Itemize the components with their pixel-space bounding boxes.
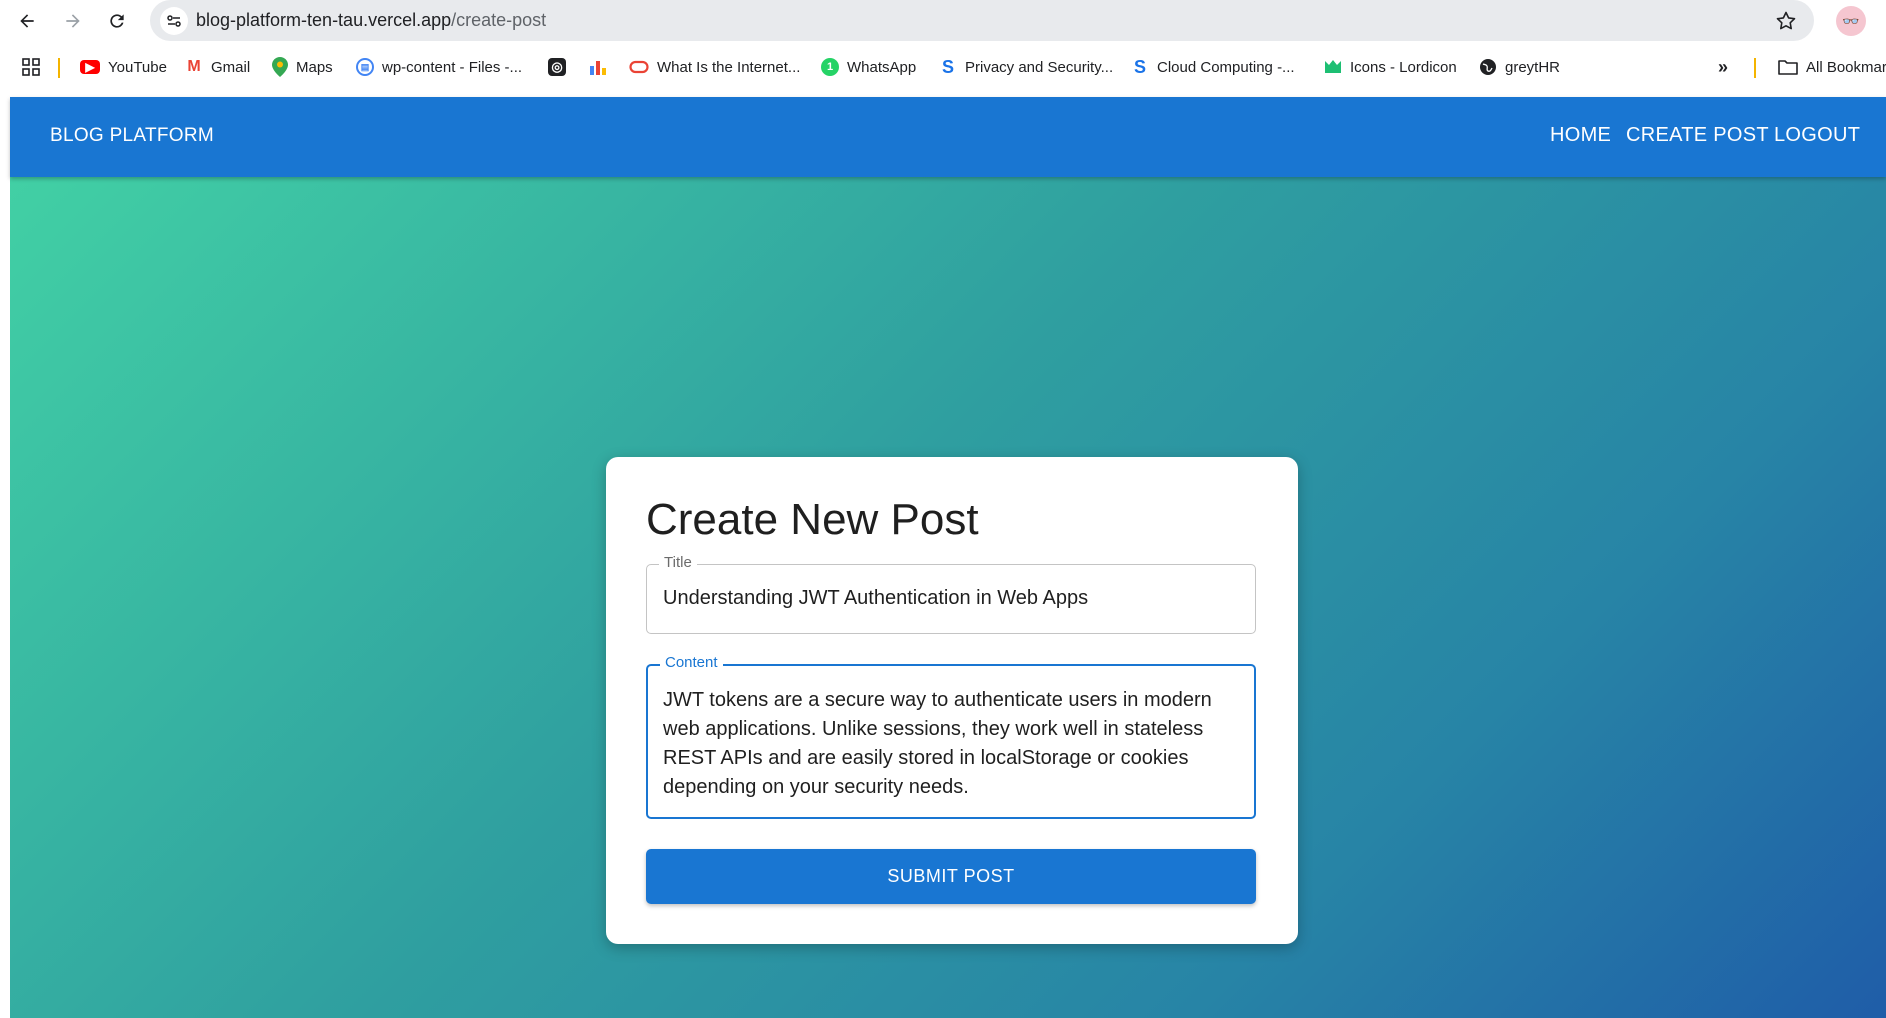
- bookmark-label: Cloud Computing -...: [1157, 58, 1295, 76]
- s-icon: S: [1133, 56, 1146, 77]
- bookmark-maps[interactable]: Maps: [272, 56, 333, 78]
- site-info-icon[interactable]: [160, 7, 188, 35]
- nav-home[interactable]: HOME: [1550, 124, 1611, 147]
- bookmark-label: greytHR: [1505, 58, 1561, 76]
- youtube-icon: ▶: [80, 60, 100, 74]
- title-field[interactable]: Title Understanding JWT Authentication i…: [646, 554, 1256, 634]
- url-host: blog-platform-ten-tau.vercel.app: [196, 10, 452, 30]
- nav-create-post[interactable]: CREATE POST: [1626, 124, 1769, 147]
- bookmark-privacy[interactable]: S Privacy and Security...: [939, 56, 1113, 78]
- lordicon-icon: [1325, 60, 1341, 73]
- address-bar[interactable]: blog-platform-ten-tau.vercel.app/create-…: [150, 0, 1814, 41]
- app-background: BLOG PLATFORM HOME CREATE POST LOGOUT Cr…: [10, 97, 1886, 1018]
- content-field[interactable]: Content JWT tokens are a secure way to a…: [646, 654, 1256, 819]
- oracle-icon: [629, 60, 649, 74]
- maps-icon: [272, 57, 288, 77]
- url-path: /create-post: [451, 10, 547, 30]
- bookmark-youtube[interactable]: ▶ YouTube: [80, 56, 167, 78]
- bookmark-label: Gmail: [211, 58, 251, 76]
- bookmark-label: Privacy and Security...: [965, 58, 1114, 76]
- more-bookmarks-button[interactable]: »: [1718, 56, 1728, 78]
- globe-icon: [1480, 59, 1496, 75]
- page-title: Create New Post: [646, 495, 979, 544]
- whatsapp-icon: 1: [821, 58, 839, 76]
- bookmark-label: WhatsApp: [847, 58, 917, 76]
- back-arrow-icon: [20, 14, 34, 28]
- browser-toolbar: blog-platform-ten-tau.vercel.app/create-…: [0, 0, 1886, 42]
- all-bookmarks-label: All Bookmar: [1806, 58, 1886, 76]
- profile-avatar[interactable]: 👓: [1836, 6, 1866, 36]
- nav-logout[interactable]: LOGOUT: [1774, 124, 1860, 147]
- back-button[interactable]: [12, 6, 42, 36]
- bookmark-separator: [58, 58, 60, 78]
- bookmark-greythr[interactable]: greytHR: [1479, 56, 1560, 78]
- more-chevron-icon: »: [1718, 56, 1729, 77]
- title-input[interactable]: Understanding JWT Authentication in Web …: [663, 587, 1088, 610]
- bookmark-label: YouTube: [108, 58, 167, 76]
- gmail-icon: M: [187, 58, 201, 75]
- bookmark-lordicon[interactable]: Icons - Lordicon: [1324, 56, 1457, 78]
- files-icon: ▤: [356, 58, 374, 76]
- apps-grid-icon: [22, 58, 40, 76]
- bookmark-label: Maps: [296, 58, 333, 76]
- bookmark-label: What Is the Internet...: [657, 58, 801, 76]
- bookmark-cloud[interactable]: S Cloud Computing -...: [1131, 56, 1295, 78]
- bookmark-gmail[interactable]: M Gmail: [185, 56, 250, 78]
- content-textarea[interactable]: JWT tokens are a secure way to authentic…: [663, 686, 1243, 802]
- bookmark-wp-content[interactable]: ▤ wp-content - Files -...: [356, 56, 522, 78]
- forward-arrow-icon: [66, 14, 80, 28]
- analytics-icon: [590, 61, 606, 75]
- brand-logo[interactable]: BLOG PLATFORM: [50, 125, 214, 147]
- submit-post-button[interactable]: SUBMIT POST: [646, 849, 1256, 904]
- bookmark-separator: [1754, 58, 1756, 78]
- reload-icon: [110, 14, 124, 28]
- bookmark-whatsapp[interactable]: 1 WhatsApp: [821, 56, 916, 78]
- bookmark-app[interactable]: ◎: [548, 56, 566, 78]
- all-bookmarks-button[interactable]: All Bookmar: [1778, 56, 1886, 78]
- reload-button[interactable]: [102, 6, 132, 36]
- folder-icon: [1778, 60, 1798, 75]
- create-post-card: Create New Post Title Understanding JWT …: [606, 457, 1298, 944]
- bookmark-star-icon[interactable]: [1774, 9, 1798, 33]
- url-text: blog-platform-ten-tau.vercel.app/create-…: [196, 10, 546, 31]
- app-navbar: BLOG PLATFORM HOME CREATE POST LOGOUT: [10, 97, 1886, 177]
- forward-button[interactable]: [58, 6, 88, 36]
- apps-button[interactable]: [22, 56, 40, 78]
- s-icon: S: [941, 56, 954, 77]
- app-icon: ◎: [548, 58, 566, 76]
- content-label: Content: [660, 654, 723, 671]
- bookmarks-bar: ▶ YouTube M Gmail Maps ▤ wp-content - Fi…: [0, 46, 1886, 86]
- bookmark-label: wp-content - Files -...: [382, 58, 523, 76]
- bookmark-analytics[interactable]: [589, 56, 607, 78]
- glasses-icon: 👓: [1842, 12, 1860, 29]
- bookmark-label: Icons - Lordicon: [1350, 58, 1457, 76]
- bookmark-internet[interactable]: What Is the Internet...: [629, 56, 800, 78]
- title-label: Title: [659, 554, 697, 571]
